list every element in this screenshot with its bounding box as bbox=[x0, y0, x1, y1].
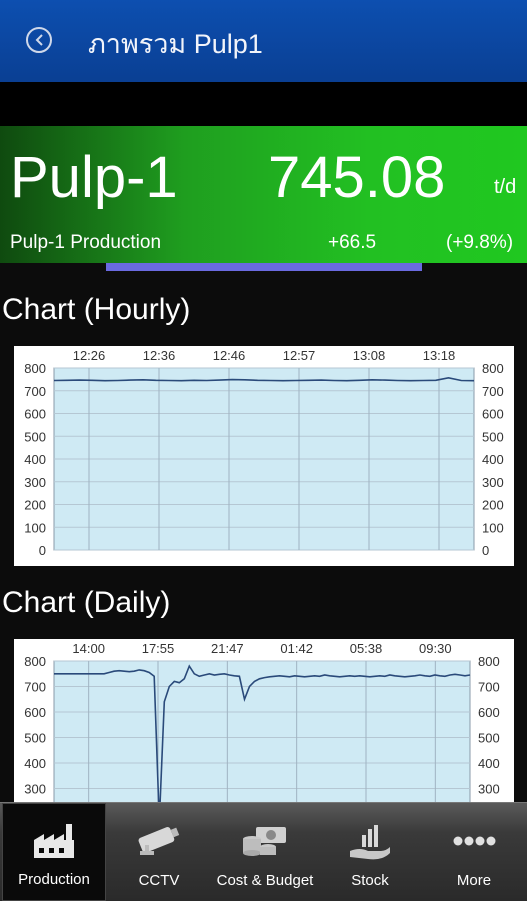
x-tick-label: 12:36 bbox=[143, 348, 176, 363]
production-value: 745.08 bbox=[268, 145, 446, 210]
production-delta: +66.5 bbox=[328, 232, 377, 253]
nav-item-cctv[interactable]: CCTV bbox=[108, 803, 210, 901]
x-tick-label: 12:26 bbox=[73, 348, 106, 363]
nav-label: Stock bbox=[351, 872, 389, 889]
x-tick-label: 12:57 bbox=[283, 348, 316, 363]
bottom-nav: Production CCTV Cost & Budget Stock More bbox=[0, 802, 527, 901]
y-tick-label-left: 700 bbox=[24, 384, 46, 399]
x-tick-label: 05:38 bbox=[350, 641, 383, 656]
y-tick-label-left: 500 bbox=[24, 731, 46, 746]
stock-hand-chart-icon bbox=[350, 825, 390, 860]
x-tick-label: 13:18 bbox=[423, 348, 456, 363]
production-subtitle: Pulp-1 Production bbox=[10, 232, 162, 253]
nav-item-more[interactable]: More bbox=[422, 803, 526, 901]
nav-label: CCTV bbox=[138, 872, 180, 889]
y-tick-label-right: 600 bbox=[482, 407, 504, 422]
hourly-chart: 800 800 700 700 600 600 500 500 400 400 300 300 200 2… bbox=[14, 346, 514, 566]
factory-icon bbox=[34, 824, 74, 858]
x-tick-label: 13:08 bbox=[353, 348, 386, 363]
x-tick-label: 14:00 bbox=[72, 641, 105, 656]
cctv-camera-icon bbox=[138, 827, 180, 855]
money-coins-icon bbox=[243, 827, 286, 856]
y-tick-label-right: 300 bbox=[482, 475, 504, 490]
y-tick-label-right: 200 bbox=[482, 498, 504, 513]
page-indicator bbox=[106, 263, 422, 271]
y-tick-label-left: 300 bbox=[24, 475, 46, 490]
y-tick-label-left: 400 bbox=[24, 452, 46, 467]
y-tick-label-left: 500 bbox=[24, 429, 46, 444]
hourly-chart-title: Chart (Hourly) bbox=[2, 293, 191, 326]
unit-name: Pulp-1 bbox=[10, 145, 178, 210]
y-tick-label-right: 400 bbox=[478, 756, 500, 771]
x-tick-label: 01:42 bbox=[280, 641, 313, 656]
nav-item-production[interactable]: Production bbox=[2, 803, 106, 901]
nav-label: Cost & Budget bbox=[216, 872, 314, 889]
app-bar: ภาพรวม Pulp1 bbox=[0, 0, 527, 82]
y-tick-label-right: 700 bbox=[482, 384, 504, 399]
y-tick-label-left: 600 bbox=[24, 705, 46, 720]
y-tick-label-left: 800 bbox=[24, 654, 46, 669]
production-delta-percent: (+9.8%) bbox=[446, 232, 514, 253]
y-tick-label-left: 100 bbox=[24, 520, 46, 535]
y-tick-label-left: 300 bbox=[24, 782, 46, 797]
hourly-chart-svg: 800 800 700 700 600 600 500 500 400 400 300 300 200 2… bbox=[24, 348, 504, 558]
back-button[interactable] bbox=[26, 27, 52, 53]
y-tick-label-left: 600 bbox=[24, 407, 46, 422]
y-tick-label-right: 800 bbox=[478, 654, 500, 669]
y-tick-label-right: 300 bbox=[478, 782, 500, 797]
daily-chart-title: Chart (Daily) bbox=[2, 586, 171, 619]
nav-label: More bbox=[456, 872, 492, 889]
y-tick-label-right: 600 bbox=[478, 705, 500, 720]
y-tick-label-right: 500 bbox=[478, 731, 500, 746]
x-tick-label: 17:55 bbox=[142, 641, 175, 656]
y-tick-label-right: 100 bbox=[482, 520, 504, 535]
y-tick-label-left: 0 bbox=[39, 543, 46, 558]
more-dots-icon bbox=[453, 836, 496, 846]
y-tick-label-right: 800 bbox=[482, 361, 504, 376]
y-tick-label-right: 700 bbox=[478, 680, 500, 695]
nav-label: Production bbox=[18, 871, 90, 888]
y-tick-label-right: 400 bbox=[482, 452, 504, 467]
y-tick-label-left: 400 bbox=[24, 756, 46, 771]
y-tick-label-left: 800 bbox=[24, 361, 46, 376]
nav-item-stock[interactable]: Stock bbox=[320, 803, 420, 901]
x-tick-label: 09:30 bbox=[419, 641, 452, 656]
page-title: ภาพรวม Pulp1 bbox=[88, 29, 263, 59]
daily-chart: 8008007007006006005005004004003003002002… bbox=[14, 639, 514, 822]
production-unit: t/d bbox=[494, 176, 517, 198]
y-tick-label-right: 0 bbox=[482, 543, 489, 558]
nav-item-cost-budget[interactable]: Cost & Budget bbox=[212, 803, 318, 901]
production-summary-card[interactable]: Pulp-1 745.08 t/d Pulp-1 Production +66.… bbox=[0, 126, 527, 263]
x-tick-label: 12:46 bbox=[213, 348, 246, 363]
y-tick-label-left: 700 bbox=[24, 680, 46, 695]
x-tick-label: 21:47 bbox=[211, 641, 244, 656]
chevron-left-icon bbox=[35, 34, 43, 46]
y-tick-label-right: 500 bbox=[482, 429, 504, 444]
top-spacer bbox=[0, 82, 527, 126]
daily-chart-svg: 8008007007006006005005004004003003002002… bbox=[24, 641, 500, 822]
y-tick-label-left: 200 bbox=[24, 498, 46, 513]
